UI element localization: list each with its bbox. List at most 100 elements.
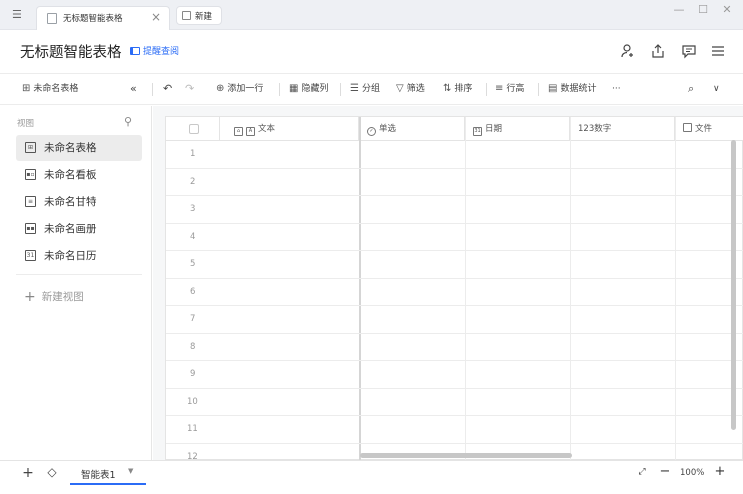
column-header-label: 数字 xyxy=(594,124,612,134)
add-collaborator-icon[interactable] xyxy=(620,43,636,59)
table-row[interactable]: 11 xyxy=(166,416,743,444)
views-sidebar: 视图 ⚲ ⊞ 未命名表格 ▪▫ 未命名看板 ≡ 未命名甘特 ▪▪ 未命名画册 3… xyxy=(0,106,152,460)
collapse-sidebar-icon[interactable]: « xyxy=(130,82,137,96)
view-item-calendar[interactable]: 31 未命名日历 xyxy=(16,243,142,269)
plus-circle-icon: ⊕ xyxy=(216,83,225,94)
row-number: 3 xyxy=(190,204,196,214)
pin-icon[interactable]: ⚲ xyxy=(124,115,132,128)
new-view-button[interactable]: + 新建视图 xyxy=(24,289,84,305)
more-options-button[interactable]: ··· xyxy=(612,82,621,96)
tab-new-button[interactable]: 新建 xyxy=(176,6,222,25)
view-item-gallery[interactable]: ▪▪ 未命名画册 xyxy=(16,216,142,242)
close-window-icon[interactable]: ✕ xyxy=(720,3,734,16)
table-row[interactable]: 8 xyxy=(166,334,743,361)
remind-label: 提醒查阅 xyxy=(143,47,180,57)
view-item-grid[interactable]: ⊞ 未命名表格 xyxy=(16,135,142,161)
statistics-button[interactable]: ▤ 数据统计 xyxy=(548,82,596,96)
redo-icon[interactable]: ↷ xyxy=(185,82,194,96)
folder-icon xyxy=(683,123,692,132)
row-number: 10 xyxy=(187,396,198,407)
tab-close-icon[interactable]: × xyxy=(151,10,161,24)
filter-button[interactable]: ▽ 筛选 xyxy=(396,82,425,96)
table-row[interactable]: 3 xyxy=(166,196,743,224)
column-header-single-select[interactable]: ✓ 单选 xyxy=(359,117,465,141)
table-row[interactable]: 1 xyxy=(166,141,743,169)
add-row-button[interactable]: ⊕ 添加一行 xyxy=(216,82,263,96)
tab-label: 无标题智能表格 xyxy=(63,14,123,24)
document-icon xyxy=(47,13,57,24)
new-doc-icon xyxy=(182,11,191,20)
toolbar-divider xyxy=(340,83,341,96)
table-selector[interactable]: ⊞ 未命名表格 xyxy=(22,82,78,96)
grid-icon: ⊞ xyxy=(25,142,36,153)
zoom-out-icon[interactable]: − xyxy=(658,464,672,479)
sort-button[interactable]: ⇅ 排序 xyxy=(443,82,472,96)
view-item-gantt[interactable]: ≡ 未命名甘特 xyxy=(16,189,142,215)
share-icon[interactable] xyxy=(650,43,666,59)
row-number: 8 xyxy=(190,341,196,352)
group-icon: ☰ xyxy=(350,83,359,94)
filter-label: 筛选 xyxy=(406,84,425,94)
row-height-button[interactable]: ≡ 行高 xyxy=(495,82,524,96)
plus-icon: + xyxy=(24,289,36,305)
view-item-kanban[interactable]: ▪▫ 未命名看板 xyxy=(16,162,142,188)
chevron-down-icon[interactable]: ∨ xyxy=(713,82,720,96)
table-row[interactable]: 9 xyxy=(166,361,743,389)
columns-icon: ▦ xyxy=(289,83,299,94)
group-button[interactable]: ☰ 分组 xyxy=(350,82,380,96)
column-header-date[interactable]: 31 日期 xyxy=(465,117,570,141)
hide-columns-label: 隐藏列 xyxy=(301,84,329,94)
grid-area: ⌂ A 文本 ✓ 单选 31 日期 123数字 文件 1 2 3 4 5 6 7 8 9… xyxy=(153,106,743,460)
number-icon: 123 xyxy=(578,124,595,134)
column-header-label: 文本 xyxy=(258,124,276,134)
row-number: 11 xyxy=(187,424,198,434)
single-select-icon: ✓ xyxy=(367,127,376,136)
column-header-number[interactable]: 123数字 xyxy=(570,117,675,141)
sheet-menu-caret-icon[interactable]: ▼ xyxy=(128,467,133,475)
sheet-tab-label: 智能表1 xyxy=(81,470,116,481)
menu-more-icon[interactable] xyxy=(710,43,726,59)
row-height-icon: ≡ xyxy=(495,83,504,94)
fullscreen-icon[interactable]: ⤢ xyxy=(635,467,649,477)
tab-current-document[interactable]: 无标题智能表格 × xyxy=(36,6,170,30)
document-header: 无标题智能表格 提醒查阅 xyxy=(0,31,743,70)
layers-icon[interactable]: ◇ xyxy=(44,465,60,479)
hide-columns-button[interactable]: ▦ 隐藏列 xyxy=(289,82,328,96)
minimize-icon[interactable]: — xyxy=(672,3,686,16)
remind-button[interactable]: 提醒查阅 xyxy=(130,44,179,57)
view-item-label: 未命名表格 xyxy=(44,142,97,154)
menu-icon[interactable]: ☰ xyxy=(12,9,26,21)
sheet-tab[interactable]: 智能表1 ▼ xyxy=(70,461,146,485)
comment-icon[interactable] xyxy=(681,43,697,59)
text-field-icon: A xyxy=(246,127,255,136)
calculator-icon: ▤ xyxy=(548,83,558,94)
table-selector-label: 未命名表格 xyxy=(33,84,79,94)
table-row[interactable]: 10 xyxy=(166,389,743,416)
grid-icon: ⊞ xyxy=(22,83,31,94)
column-header-file[interactable]: 文件 xyxy=(675,117,743,141)
toolbar-divider xyxy=(152,83,153,96)
tab-new-label: 新建 xyxy=(195,12,213,22)
column-header-label: 单选 xyxy=(379,124,397,134)
row-number: 1 xyxy=(190,149,196,159)
vertical-scrollbar[interactable] xyxy=(731,140,736,430)
select-all-checkbox[interactable] xyxy=(189,124,199,134)
column-header-text[interactable]: ⌂ A 文本 xyxy=(220,117,359,141)
table-row[interactable]: 7 xyxy=(166,306,743,334)
zoom-in-icon[interactable]: + xyxy=(713,464,727,479)
document-title[interactable]: 无标题智能表格 xyxy=(20,41,122,62)
filter-icon: ▽ xyxy=(396,83,404,94)
table-row[interactable]: 4 xyxy=(166,224,743,251)
horizontal-scrollbar[interactable] xyxy=(360,453,572,458)
undo-icon[interactable]: ↶ xyxy=(163,82,172,96)
search-icon[interactable]: ⌕ xyxy=(688,82,694,96)
table-row[interactable]: 6 xyxy=(166,279,743,306)
calendar-icon: 31 xyxy=(25,250,36,261)
table-row[interactable]: 5 xyxy=(166,251,743,279)
gantt-icon: ≡ xyxy=(25,196,36,207)
kanban-icon: ▪▫ xyxy=(25,169,36,180)
add-sheet-icon[interactable]: + xyxy=(20,465,36,481)
maximize-icon[interactable]: ☐ xyxy=(696,3,710,16)
table-row[interactable]: 2 xyxy=(166,169,743,196)
select-all-header xyxy=(166,117,220,141)
